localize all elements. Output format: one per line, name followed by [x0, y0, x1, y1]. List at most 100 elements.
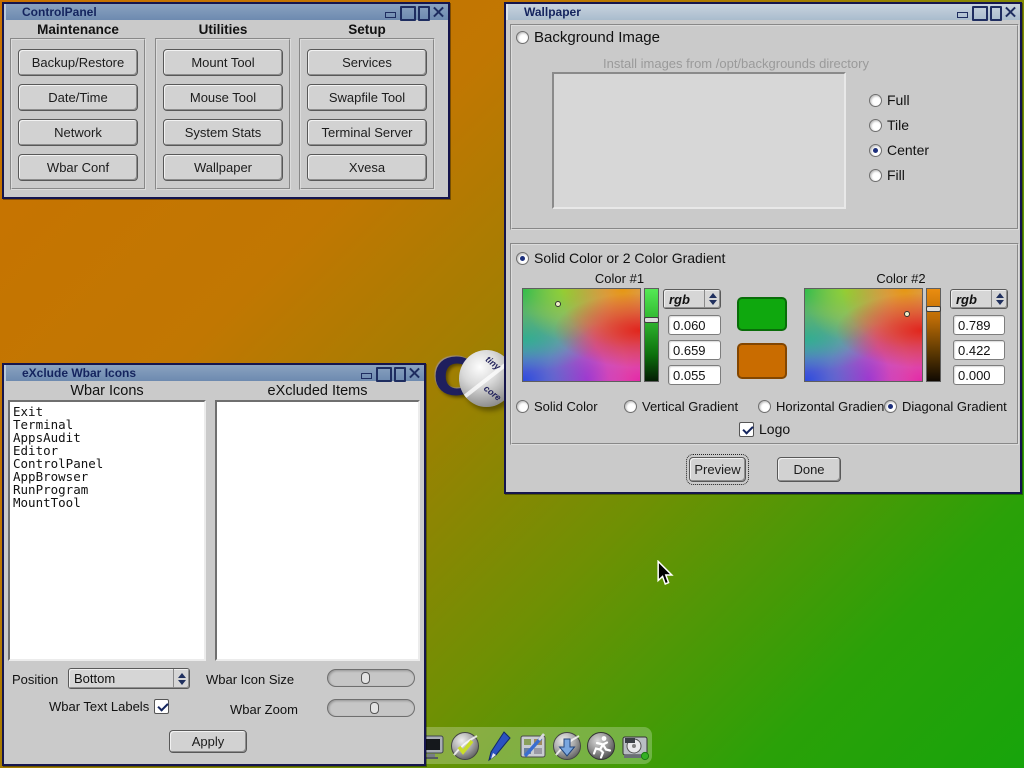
- color1-picker[interactable]: [522, 288, 641, 382]
- minimize-icon[interactable]: [956, 6, 969, 18]
- tinycore-logo: C tiny core: [433, 348, 513, 414]
- wallpaper-button[interactable]: Wallpaper: [163, 154, 283, 181]
- window-title: Wallpaper: [524, 5, 581, 19]
- color1-b-field[interactable]: 0.055: [668, 365, 721, 385]
- color2-mode-dropdown[interactable]: rgb: [950, 289, 1008, 309]
- column-header: Utilities: [155, 22, 291, 37]
- backup-restore-button[interactable]: Backup/Restore: [18, 49, 138, 76]
- color2-b-field[interactable]: 0.000: [953, 365, 1005, 385]
- maximize-icon[interactable]: [400, 6, 413, 18]
- color-gradient-group: Solid Color or 2 Color Gradient Color #1…: [510, 243, 1019, 445]
- mouse-tool-button[interactable]: Mouse Tool: [163, 84, 283, 111]
- vertical-gradient-radio[interactable]: [624, 400, 637, 413]
- icon-size-handle[interactable]: [361, 672, 370, 684]
- excluded-items-header: eXcluded Items: [215, 383, 420, 399]
- updown-icon: [991, 290, 1007, 308]
- system-stats-button[interactable]: System Stats: [163, 119, 283, 146]
- xvesa-button[interactable]: Xvesa: [307, 154, 427, 181]
- window-title: ControlPanel: [22, 5, 97, 19]
- network-button[interactable]: Network: [18, 119, 138, 146]
- background-image-radio[interactable]: [516, 31, 529, 44]
- install-hint: Install images from /opt/backgrounds dir…: [571, 56, 901, 71]
- close-icon[interactable]: [408, 367, 421, 379]
- color2-label: Color #2: [842, 271, 960, 286]
- zoom-handle[interactable]: [370, 702, 379, 714]
- image-listbox[interactable]: [552, 72, 846, 209]
- app-browser-icon[interactable]: [551, 730, 583, 762]
- close-icon[interactable]: [432, 6, 445, 18]
- mode-full-radio[interactable]: [869, 94, 882, 107]
- close-icon[interactable]: [1004, 6, 1017, 18]
- color2-r-field[interactable]: 0.789: [953, 315, 1005, 335]
- wbar-icons-listbox[interactable]: Exit Terminal AppsAudit Editor ControlPa…: [8, 400, 206, 661]
- swapfile-tool-button[interactable]: Swapfile Tool: [307, 84, 427, 111]
- shade-icon[interactable]: [988, 6, 1001, 18]
- color2-swatch: [737, 343, 787, 379]
- position-dropdown[interactable]: Bottom: [68, 668, 190, 689]
- updown-icon: [704, 290, 720, 308]
- run-program-icon[interactable]: [585, 730, 617, 762]
- mode-center-radio[interactable]: [869, 144, 882, 157]
- wallpaper-titlebar[interactable]: Wallpaper: [506, 4, 1020, 20]
- list-item[interactable]: MountTool: [13, 496, 204, 509]
- mouse-cursor: [656, 560, 674, 586]
- maximize-icon[interactable]: [972, 6, 985, 18]
- text-labels-checkbox[interactable]: [154, 699, 169, 714]
- preview-button[interactable]: Preview: [689, 457, 746, 482]
- apply-button[interactable]: Apply: [169, 730, 247, 753]
- zoom-label: Wbar Zoom: [230, 702, 298, 717]
- color1-slider-handle[interactable]: [644, 317, 659, 323]
- minimize-icon[interactable]: [384, 6, 397, 18]
- column-header: Maintenance: [10, 22, 146, 37]
- mount-tool-button[interactable]: Mount Tool: [163, 49, 283, 76]
- date-time-button[interactable]: Date/Time: [18, 84, 138, 111]
- zoom-slider[interactable]: [327, 699, 415, 717]
- mount-tool-icon[interactable]: [619, 730, 651, 762]
- text-labels-label: Wbar Text Labels: [49, 699, 149, 714]
- wbar-taskbar: [412, 727, 652, 764]
- done-button[interactable]: Done: [777, 457, 841, 482]
- control-panel-titlebar[interactable]: ControlPanel: [4, 4, 448, 20]
- minimize-icon[interactable]: [360, 367, 373, 379]
- wbar-config-titlebar[interactable]: eXclude Wbar Icons: [4, 365, 424, 381]
- logo-checkbox[interactable]: [739, 422, 754, 437]
- mode-tile-radio[interactable]: [869, 119, 882, 132]
- diagonal-gradient-radio[interactable]: [884, 400, 897, 413]
- excluded-items-listbox[interactable]: [215, 400, 420, 661]
- mode-fill-radio[interactable]: [869, 169, 882, 182]
- color1-swatch: [737, 297, 787, 331]
- color2-slider-handle[interactable]: [926, 306, 941, 312]
- color1-value-slider[interactable]: [644, 288, 659, 382]
- apps-audit-icon[interactable]: [449, 730, 481, 762]
- updown-icon: [173, 669, 189, 688]
- color1-r-field[interactable]: 0.060: [668, 315, 721, 335]
- column-header: Setup: [299, 22, 435, 37]
- control-panel-icon[interactable]: [517, 730, 549, 762]
- icon-size-slider[interactable]: [327, 669, 415, 687]
- color2-picker[interactable]: [804, 288, 923, 382]
- color1-label: Color #1: [562, 271, 677, 286]
- background-image-label: Background Image: [534, 29, 660, 46]
- terminal-server-button[interactable]: Terminal Server: [307, 119, 427, 146]
- solid-color-radio[interactable]: [516, 400, 529, 413]
- wallpaper-window: Wallpaper Background Image Install image…: [504, 2, 1022, 494]
- icon-size-label: Wbar Icon Size: [206, 672, 294, 687]
- solid-gradient-radio[interactable]: [516, 252, 529, 265]
- wbar-config-window: eXclude Wbar Icons Wbar Icons eXcluded I…: [2, 363, 426, 766]
- editor-icon[interactable]: [483, 730, 515, 762]
- color2-marker: [904, 311, 910, 317]
- color2-value-slider[interactable]: [926, 288, 941, 382]
- shade-icon[interactable]: [416, 6, 429, 18]
- maximize-icon[interactable]: [376, 367, 389, 379]
- color1-g-field[interactable]: 0.659: [668, 340, 721, 360]
- position-label: Position: [12, 672, 58, 687]
- color1-marker: [555, 301, 561, 307]
- services-button[interactable]: Services: [307, 49, 427, 76]
- color2-g-field[interactable]: 0.422: [953, 340, 1005, 360]
- wbar-icons-header: Wbar Icons: [8, 383, 206, 399]
- horizontal-gradient-radio[interactable]: [758, 400, 771, 413]
- color1-mode-dropdown[interactable]: rgb: [663, 289, 721, 309]
- window-title: eXclude Wbar Icons: [22, 366, 136, 380]
- wbar-conf-button[interactable]: Wbar Conf: [18, 154, 138, 181]
- shade-icon[interactable]: [392, 367, 405, 379]
